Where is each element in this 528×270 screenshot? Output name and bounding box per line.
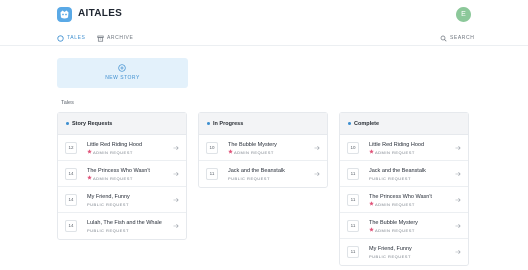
column-complete: Complete 10 Little Red Riding Hood ADMIN R… [339,112,469,266]
archive-icon [97,35,104,42]
arrow-right-icon[interactable] [455,171,461,177]
story-number-badge: 11 [347,246,359,258]
status-dot-icon [66,122,69,125]
story-card[interactable]: 14 The Princess Who Wasn't ADMIN REQUEST [58,161,186,187]
status-dot-icon [348,122,351,125]
new-story-button[interactable]: NEW STORY [57,58,188,88]
arrow-right-icon[interactable] [314,145,320,151]
card-list: 10 The Bubble Mystery ADMIN REQUEST 11 Jack … [199,135,327,187]
user-avatar[interactable]: E [456,7,471,22]
admin-star-icon [369,149,374,154]
story-number-badge: 10 [347,142,359,154]
story-card[interactable]: 12 Little Red Riding Hood ADMIN REQUEST [58,135,186,161]
tab-tales[interactable]: TALES [57,33,85,43]
column-header: Story Requests [58,113,186,135]
story-title: The Princess Who Wasn't [369,194,432,200]
story-title: My Friend, Funny [87,194,130,200]
story-number-badge: 11 [347,194,359,206]
column-header: In Progress [199,113,327,135]
tab-archive[interactable]: ARCHIVE [97,33,133,43]
request-type-label: ADMIN REQUEST [375,202,415,207]
story-card[interactable]: 14 My Friend, Funny PUBLIC REQUEST [58,187,186,213]
tales-icon [57,34,64,42]
request-type-label: PUBLIC REQUEST [369,176,411,181]
arrow-right-icon[interactable] [455,145,461,151]
card-list: 12 Little Red Riding Hood ADMIN REQUEST 14 T… [58,135,186,239]
admin-star-icon [369,227,374,232]
story-number-badge: 14 [65,220,77,232]
plus-circle-icon [118,64,126,72]
request-type-label: ADMIN REQUEST [375,228,415,233]
story-card[interactable]: 11 The Princess Who Wasn't ADMIN REQUEST [340,187,468,213]
story-card[interactable]: 11 The Bubble Mystery ADMIN REQUEST [340,213,468,239]
arrow-right-icon[interactable] [173,223,179,229]
story-title: My Friend, Funny [369,246,412,252]
arrow-right-icon[interactable] [173,197,179,203]
search-button[interactable]: SEARCH [440,33,474,43]
request-type-label: PUBLIC REQUEST [87,202,129,207]
section-title: Tales [61,100,74,106]
column-story-requests: Story Requests 12 Little Red Riding Hood A… [57,112,187,240]
arrow-right-icon[interactable] [455,223,461,229]
story-number-badge: 11 [347,168,359,180]
story-card[interactable]: 11 Jack and the Beanstalk PUBLIC REQUEST [340,161,468,187]
card-list: 10 Little Red Riding Hood ADMIN REQUEST 11 J… [340,135,468,265]
main-nav: TALES ARCHIVE SEARCH [0,30,528,46]
story-title: Little Red Riding Hood [87,142,143,148]
story-title: Little Red Riding Hood [369,142,425,148]
status-dot-icon [207,122,210,125]
admin-star-icon [87,149,92,154]
story-title: The Bubble Mystery [228,142,277,148]
tab-tales-label: TALES [67,35,86,41]
story-number-badge: 11 [206,168,218,180]
request-type-label: ADMIN REQUEST [93,150,133,155]
story-number-badge: 14 [65,168,77,180]
story-title: Jack and the Beanstalk [369,168,426,174]
story-title: Jack and the Beanstalk [228,168,285,174]
column-header: Complete [340,113,468,135]
arrow-right-icon[interactable] [455,197,461,203]
app-brand[interactable]: AITALES [78,8,122,19]
admin-star-icon [87,175,92,180]
story-number-badge: 10 [206,142,218,154]
tab-archive-label: ARCHIVE [107,35,134,41]
story-card[interactable]: 11 My Friend, Funny PUBLIC REQUEST [340,239,468,265]
column-title: In Progress [213,121,244,127]
story-number-badge: 14 [65,194,77,206]
request-type-label: ADMIN REQUEST [93,176,133,181]
story-number-badge: 11 [347,220,359,232]
request-type-label: ADMIN REQUEST [234,150,274,155]
arrow-right-icon[interactable] [173,145,179,151]
admin-star-icon [369,201,374,206]
column-title: Story Requests [72,121,113,127]
story-card[interactable]: 10 Little Red Riding Hood ADMIN REQUEST [340,135,468,161]
request-type-label: ADMIN REQUEST [375,150,415,155]
column-in-progress: In Progress 10 The Bubble Mystery ADMIN RE… [198,112,328,188]
column-title: Complete [354,121,380,127]
story-title: Lulah, The Fish and the Whale [87,220,162,226]
request-type-label: PUBLIC REQUEST [369,254,411,259]
story-title: The Princess Who Wasn't [87,168,150,174]
request-type-label: PUBLIC REQUEST [228,176,270,181]
story-card[interactable]: 11 Jack and the Beanstalk PUBLIC REQUEST [199,161,327,187]
story-title: The Bubble Mystery [369,220,418,226]
arrow-right-icon[interactable] [455,249,461,255]
request-type-label: PUBLIC REQUEST [87,228,129,233]
story-number-badge: 12 [65,142,77,154]
story-card[interactable]: 10 The Bubble Mystery ADMIN REQUEST [199,135,327,161]
story-card[interactable]: 14 Lulah, The Fish and the Whale PUBLIC RE… [58,213,186,239]
new-story-label: NEW STORY [105,75,140,81]
top-bar: AITALES E [0,0,528,30]
arrow-right-icon[interactable] [173,171,179,177]
aitales-logo-icon[interactable] [57,7,72,22]
search-label: SEARCH [450,35,475,41]
arrow-right-icon[interactable] [314,171,320,177]
search-icon [440,35,447,42]
admin-star-icon [228,149,233,154]
